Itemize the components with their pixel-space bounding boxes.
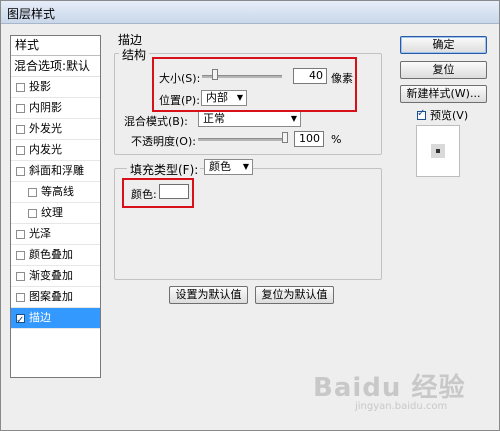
style-item-checkbox[interactable] <box>16 229 25 239</box>
style-item-label: 外发光 <box>29 122 62 135</box>
blend-mode-select[interactable]: 正常 ▼ <box>198 111 301 127</box>
style-list-header[interactable]: 样式 <box>11 36 100 56</box>
annotation-box-size-position <box>152 57 357 112</box>
opacity-slider-thumb[interactable] <box>282 132 288 143</box>
style-item-label: 渐变叠加 <box>29 269 73 282</box>
style-item-label: 投影 <box>29 80 51 93</box>
preview-label: 预览(V) <box>430 109 469 122</box>
style-item[interactable]: 斜面和浮雕 <box>11 161 100 182</box>
style-item-label: 内阴影 <box>29 101 62 114</box>
style-item[interactable]: 纹理 <box>11 203 100 224</box>
preview-swatch <box>431 144 445 158</box>
preview-toggle[interactable]: 预览(V) <box>417 107 468 123</box>
style-item-checkbox[interactable] <box>28 208 37 218</box>
layer-style-dialog: 图层样式 样式 混合选项:默认 投影 内阴影 外发光 内发光 斜面和浮雕 等高线 纹理 光泽颜… <box>0 0 500 431</box>
style-item[interactable]: 内发光 <box>11 140 100 161</box>
style-item-checkbox[interactable] <box>16 292 25 302</box>
style-item[interactable]: 渐变叠加 <box>11 266 100 287</box>
style-item-checkbox[interactable] <box>16 82 25 92</box>
opacity-input[interactable]: 100 <box>294 131 324 147</box>
style-item[interactable]: 内阴影 <box>11 98 100 119</box>
style-item[interactable]: 投影 <box>11 77 100 98</box>
dropdown-arrow-icon: ▼ <box>242 162 249 171</box>
style-item[interactable]: 描边 <box>11 308 100 331</box>
dropdown-arrow-icon: ▼ <box>290 114 297 123</box>
style-item-checkbox[interactable] <box>16 271 25 281</box>
opacity-unit: % <box>331 133 342 146</box>
style-item-checkbox[interactable] <box>28 187 37 197</box>
opacity-label: 不透明度(O): <box>131 135 196 148</box>
opacity-slider-track[interactable] <box>198 138 288 141</box>
title-bar: 图层样式 <box>1 1 499 24</box>
style-item[interactable]: 图案叠加 <box>11 287 100 308</box>
style-item-checkbox[interactable] <box>16 311 25 331</box>
blend-mode-select-value: 正常 <box>203 112 225 125</box>
ok-button[interactable]: 确定 <box>400 36 487 54</box>
style-item-checkbox[interactable] <box>16 124 25 134</box>
style-item-checkbox[interactable] <box>16 103 25 113</box>
structure-group-title: 结构 <box>119 46 150 63</box>
style-item-label: 描边 <box>29 311 51 324</box>
window-title: 图层样式 <box>7 7 56 21</box>
reset-default-button[interactable]: 复位为默认值 <box>255 286 334 304</box>
style-item-label: 等高线 <box>41 185 74 198</box>
fill-type-label: 填充类型(F): <box>127 161 201 178</box>
style-item-checkbox[interactable] <box>16 145 25 155</box>
watermark-url: jingyan.baidu.com <box>355 401 448 412</box>
style-item-label: 图案叠加 <box>29 290 73 303</box>
style-item-checkbox[interactable] <box>16 250 25 260</box>
fill-type-select-value: 颜色 <box>209 160 231 173</box>
fill-type-select[interactable]: 颜色 ▼ <box>204 159 253 175</box>
preview-thumbnail <box>416 125 460 177</box>
annotation-box-color <box>122 178 194 208</box>
style-item-label: 光泽 <box>29 227 51 240</box>
style-item-label: 斜面和浮雕 <box>29 164 84 177</box>
new-style-button[interactable]: 新建样式(W)... <box>400 85 487 103</box>
style-item-label: 纹理 <box>41 206 63 219</box>
style-item[interactable]: 外发光 <box>11 119 100 140</box>
style-item-label: 颜色叠加 <box>29 248 73 261</box>
watermark-brand: Baidu 经验 <box>313 373 466 403</box>
set-default-button[interactable]: 设置为默认值 <box>169 286 248 304</box>
reset-button[interactable]: 复位 <box>400 61 487 79</box>
preview-checkbox[interactable] <box>417 108 426 120</box>
style-item[interactable]: 光泽 <box>11 224 100 245</box>
style-item[interactable]: 颜色叠加 <box>11 245 100 266</box>
style-item-label: 内发光 <box>29 143 62 156</box>
style-item[interactable]: 等高线 <box>11 182 100 203</box>
blend-mode-label: 混合模式(B): <box>124 115 188 128</box>
blend-options-item[interactable]: 混合选项:默认 <box>11 56 100 77</box>
style-item-checkbox[interactable] <box>16 166 25 176</box>
style-list: 样式 混合选项:默认 投影内阴影外发光内发光斜面和浮雕等高线纹理光泽颜色叠加渐变… <box>10 35 101 378</box>
